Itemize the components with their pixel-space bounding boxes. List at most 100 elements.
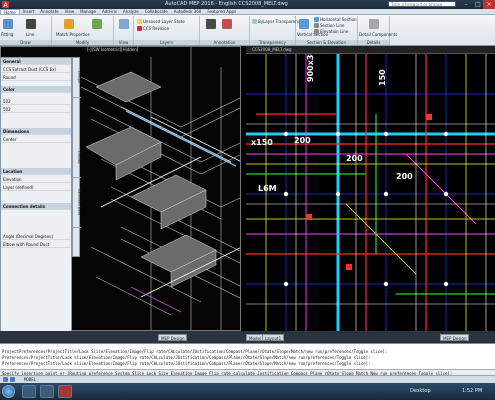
match-properties-icon[interactable] (64, 19, 74, 29)
tab-featured-apps[interactable]: Featured Apps (204, 9, 239, 14)
panel-title-details: Details (358, 40, 389, 45)
title-bar: A AutoCAD MEP 2016 - English CCS2008_MEL… (0, 0, 495, 9)
palette-row[interactable]: Angle (Decimal Degrees) (1, 233, 71, 240)
detail-components-icon[interactable] (369, 19, 379, 29)
left-workspace-mep-design[interactable]: MEP Design (158, 334, 188, 341)
plan-drawing (246, 54, 495, 333)
tab-insert[interactable]: Insert (20, 9, 37, 14)
dimension-label: x150 (251, 138, 273, 147)
palette-row[interactable]: Dimensions (1, 128, 71, 135)
dimension-label: 900x300 (306, 54, 315, 82)
panel-title-section-elevation: Section & Elevation (296, 40, 357, 45)
horizontal-section-button[interactable]: Horizontal Section (314, 17, 357, 22)
palette-row[interactable]: CCS Extract Duct (CCS Ex) (1, 66, 71, 73)
taskbar: Desktop 1:52 PM (0, 383, 495, 400)
fitting-button[interactable]: Fitting (1, 32, 13, 37)
status-mode[interactable]: MODEL (24, 377, 36, 382)
app-logo-icon[interactable]: A (2, 1, 9, 8)
tab-collaborate[interactable]: Collaborate (142, 9, 171, 14)
vertical-section-icon[interactable] (299, 19, 309, 29)
palette-row[interactable]: Center (1, 136, 71, 143)
line-button[interactable]: Line (26, 32, 34, 37)
layout-tab-layout1[interactable]: Layout1 (262, 334, 285, 341)
view-icon[interactable] (119, 19, 129, 29)
start-button[interactable] (2, 385, 15, 398)
search-input[interactable]: Type a keyword or phrase (388, 1, 456, 7)
close-icon[interactable]: × (483, 0, 495, 9)
section-line-icon (314, 23, 319, 28)
text-icon[interactable] (206, 19, 216, 29)
tab-analyze[interactable]: Analyze (120, 9, 142, 14)
command-history-line: Preferences/ProjectTitle/Lock slice/Elev… (2, 355, 371, 360)
elevation-line-icon (314, 29, 319, 34)
clock: 1:52 PM (462, 388, 483, 394)
transparency-dropdown[interactable]: ByLayer Transparency (252, 19, 302, 24)
properties-palette[interactable]: General CCS Extract Duct (CCS Ex) Round … (0, 57, 72, 337)
line-icon[interactable] (26, 19, 36, 29)
tab-add-ins[interactable]: Add-ins (99, 9, 120, 14)
move-icon[interactable] (92, 19, 102, 29)
status-bar: MODEL (0, 375, 495, 383)
viewport-label[interactable]: [-][SW Isometric][Hidden] (85, 47, 141, 52)
palette-row[interactable]: Round (1, 74, 71, 81)
dimension-label: 200 (346, 154, 363, 163)
tab-home[interactable]: Home (0, 9, 20, 15)
elevation-line-button[interactable]: Elevation Line (314, 29, 348, 34)
layer-state-dropdown[interactable]: Unsaved Layer State (137, 19, 185, 24)
palette-row[interactable]: Color (1, 86, 71, 93)
section-line-button[interactable]: Section Line (314, 23, 344, 28)
file-tab[interactable]: CCS2008_MELT.dwg (246, 47, 292, 52)
duct-icon[interactable] (3, 19, 13, 29)
grid-icon[interactable] (10, 377, 15, 382)
panel-title-modify: Modify (52, 40, 113, 45)
snap-icon[interactable] (3, 377, 8, 382)
tab-annotate[interactable]: Annotate (37, 9, 61, 14)
file-tab-bar: CCS2008_MELT.dwg (246, 46, 495, 54)
side-tab-extended-data[interactable]: Extended Data (73, 178, 81, 228)
side-tab-display[interactable]: Display (73, 138, 81, 178)
panel-layers: Unsaved Layer State CCS Revision Layers (134, 16, 200, 45)
command-window: ProjectPreferences/ProjectTitle/Lock Sli… (0, 343, 495, 376)
tab-view[interactable]: View (62, 9, 78, 14)
workspace-mep-design[interactable]: MEP Design (440, 334, 470, 341)
autocad-taskbar-icon[interactable] (58, 385, 72, 398)
palette-row[interactable]: 502 (1, 106, 71, 113)
layout-bar: Model Layout1 MEP Design MEP Design (0, 331, 495, 343)
side-tab-design[interactable]: Design (73, 58, 81, 98)
palette-row[interactable]: Location (1, 168, 71, 175)
explorer-icon[interactable] (22, 385, 36, 398)
panel-section-elevation: Vertical Section Horizontal Section Sect… (296, 16, 358, 45)
dimension-icon[interactable] (222, 19, 232, 29)
viewport-plan[interactable]: 900x300 200 200 150 x150 200 L6M (246, 54, 495, 333)
panel-title-annotation: Annotation (200, 40, 249, 45)
palette-row[interactable]: Elbow with Round Duct (1, 241, 71, 248)
layer-dropdown[interactable]: CCS Revision (137, 26, 169, 31)
palette-row[interactable]: Connection details (1, 203, 71, 210)
panel-details: Detail Components Details (358, 16, 397, 45)
detail-components-button[interactable]: Detail Components (359, 32, 397, 37)
minimize-icon[interactable]: – (460, 0, 472, 9)
palette-row[interactable]: Elevation (1, 176, 71, 183)
dimension-label: 200 (396, 172, 413, 181)
palette-side-tabs: Design Display Extended Data (72, 57, 81, 257)
drawing-area[interactable]: [-][SW Isometric][Hidden] General CCS Ex… (0, 46, 495, 343)
browser-icon[interactable] (40, 385, 54, 398)
ribbon: Fitting Line Draw Match Properties Modif… (0, 15, 495, 46)
layer-color-icon (137, 26, 142, 31)
palette-row[interactable]: Layer (defined) (1, 184, 71, 191)
dimension-label: 150 (378, 69, 387, 86)
panel-title-view: View (114, 40, 133, 45)
window-title: AutoCAD MEP 2016 - English CCS2008_MELT.… (165, 1, 288, 7)
tab-manage[interactable]: Manage (77, 9, 99, 14)
palette-row[interactable]: General (1, 58, 71, 65)
tab-autodesk-360[interactable]: Autodesk 360 (171, 9, 205, 14)
panel-transparency: ByLayer Transparency Transparency (250, 16, 302, 45)
layer-icon (137, 19, 142, 24)
panel-title-transparency: Transparency (250, 40, 295, 45)
dimension-label: L6M (258, 184, 277, 193)
desktop-label[interactable]: Desktop (410, 388, 431, 394)
palette-row[interactable]: 502 (1, 98, 71, 105)
match-properties-button[interactable]: Match Properties (56, 32, 90, 37)
command-history-line: ProjectPreferences/ProjectTitle/Lock Sli… (2, 349, 388, 354)
panel-draw: Fitting Line Draw (0, 16, 52, 45)
